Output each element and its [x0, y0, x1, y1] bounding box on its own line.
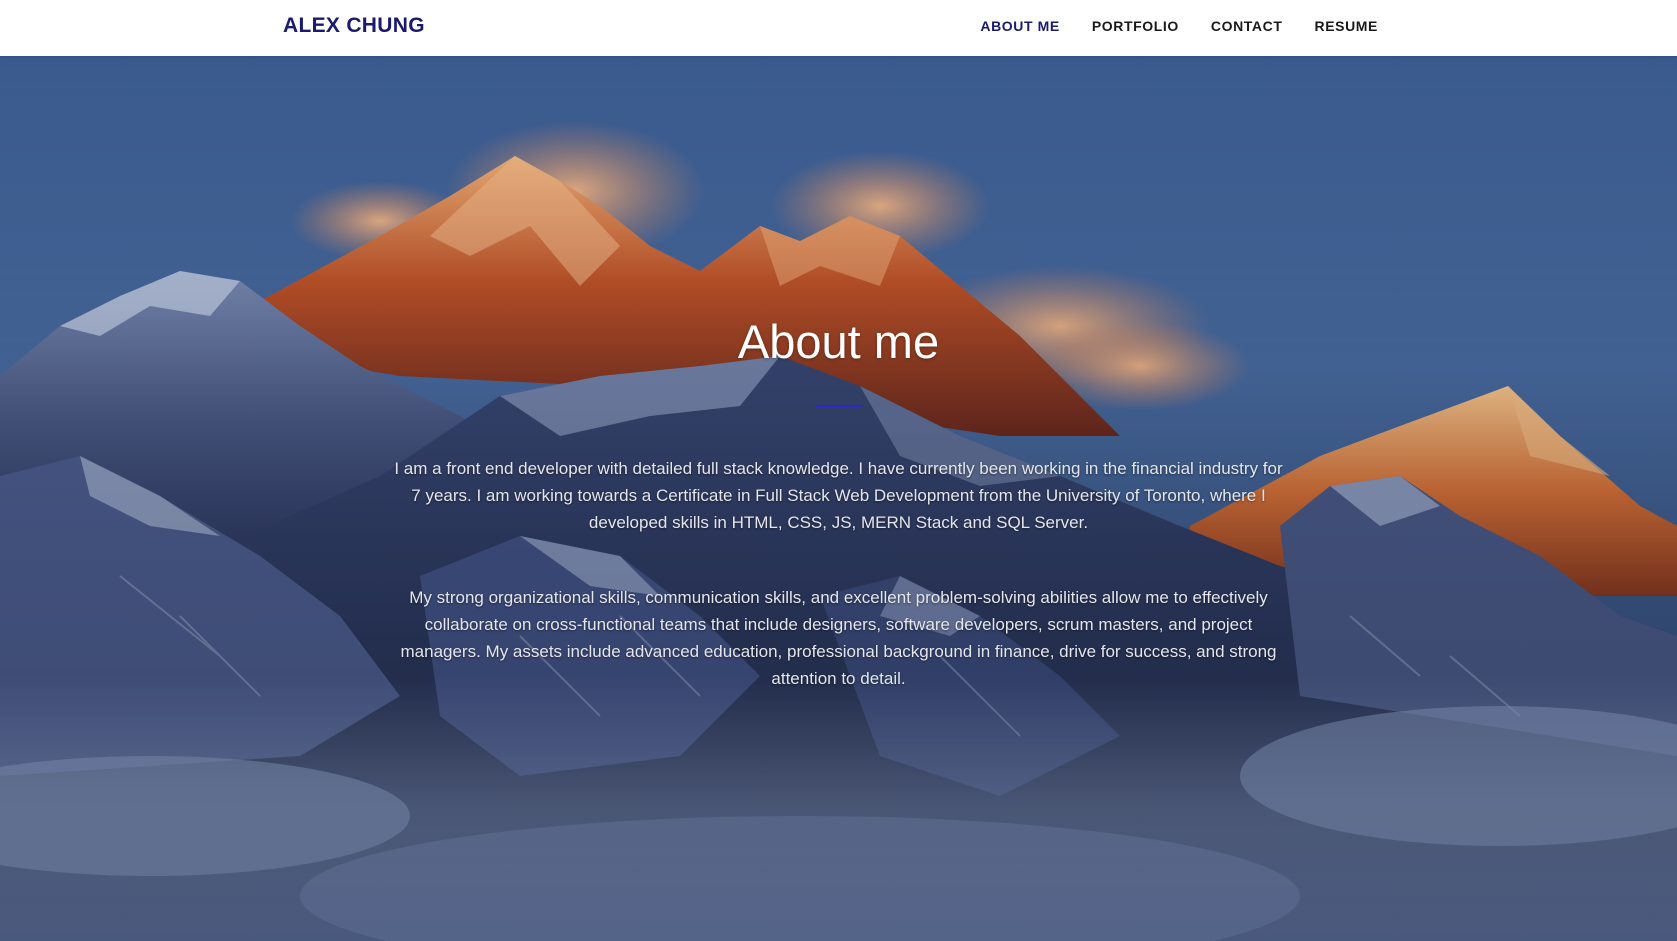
- nav-link-about-me[interactable]: ABOUT ME: [980, 18, 1059, 34]
- nav-menu: ABOUT ME PORTFOLIO CONTACT RESUME: [980, 18, 1378, 34]
- nav-link-resume[interactable]: RESUME: [1315, 18, 1379, 34]
- title-divider: [815, 405, 862, 407]
- about-paragraph-1: I am a front end developer with detailed…: [394, 459, 1283, 532]
- about-paragraph-2: My strong organizational skills, communi…: [400, 588, 1277, 688]
- nav-link-contact[interactable]: CONTACT: [1211, 18, 1283, 34]
- brand-logo[interactable]: ALEX CHUNG: [283, 14, 425, 38]
- about-section: About me I am a front end developer with…: [0, 56, 1677, 941]
- about-title: About me: [737, 315, 940, 368]
- hero-section: About me I am a front end developer with…: [0, 56, 1677, 941]
- nav-link-portfolio[interactable]: PORTFOLIO: [1092, 18, 1179, 34]
- navbar: ALEX CHUNG ABOUT ME PORTFOLIO CONTACT RE…: [0, 0, 1677, 56]
